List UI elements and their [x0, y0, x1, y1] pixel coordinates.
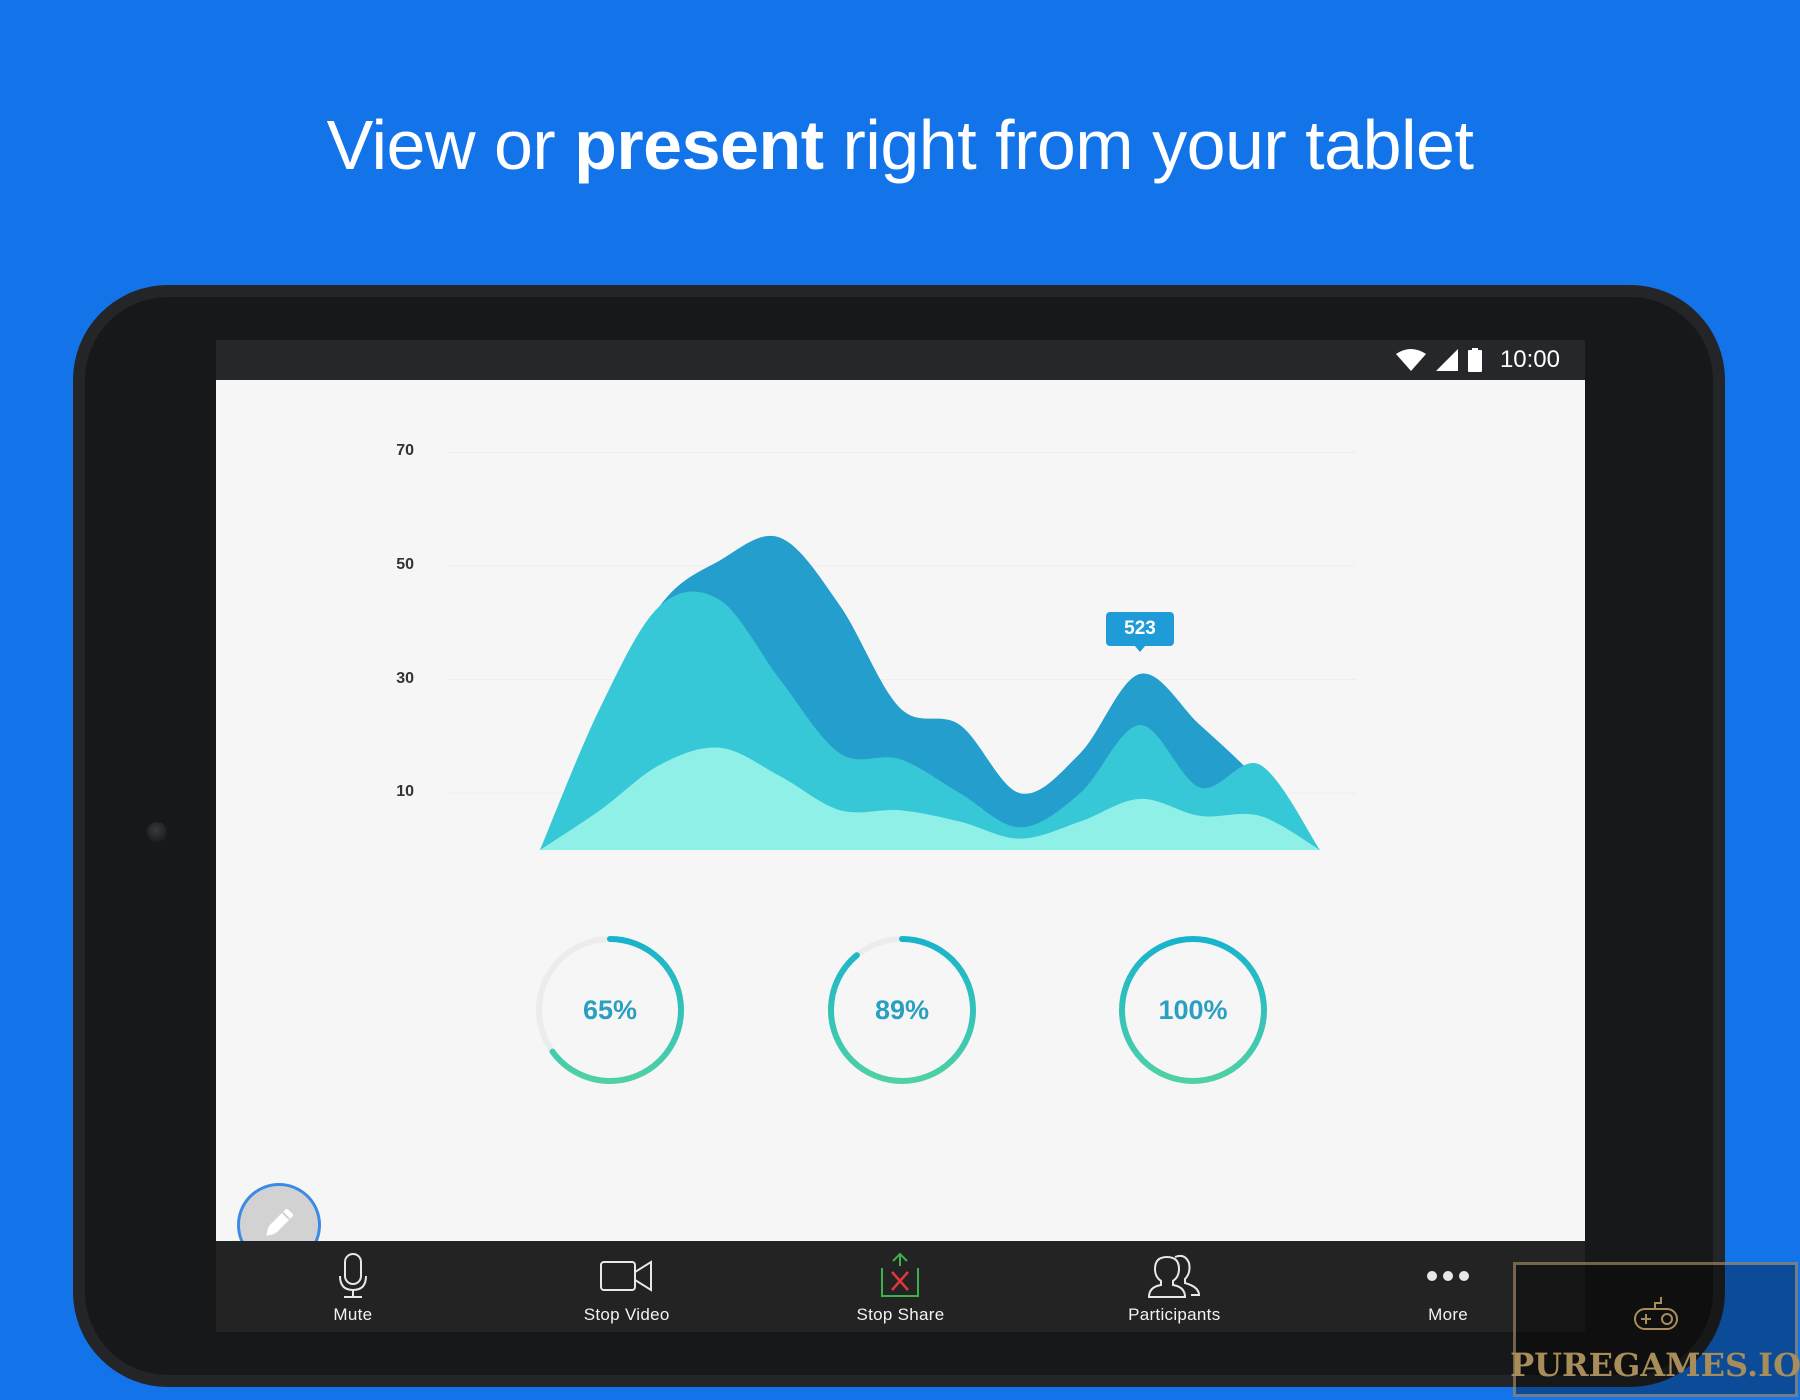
stop-share-icon [878, 1251, 922, 1301]
headline-bold: present [574, 106, 824, 184]
gauge-label: 89% [874, 994, 930, 1025]
shared-content: 70 50 30 10 523 65% 89% 100% [216, 380, 1585, 1267]
watermark: PUREGAMES.IO [1510, 1262, 1800, 1397]
cellular-signal-icon [1435, 349, 1458, 371]
headline: View or present right from your tablet [0, 105, 1800, 185]
mute-button[interactable]: Mute [216, 1241, 490, 1332]
y-tick-label: 70 [396, 442, 414, 460]
headline-regular-end: right from your tablet [823, 106, 1474, 184]
tablet-screen: 10:00 70 50 30 10 523 65% 89% 100% Mute … [216, 340, 1585, 1332]
video-camera-icon [599, 1251, 655, 1301]
gauge-label: 65% [582, 994, 638, 1025]
participants-button[interactable]: Participants [1037, 1241, 1311, 1332]
mute-label: Mute [333, 1305, 373, 1324]
gauge-label: 100% [1158, 994, 1228, 1025]
stop-share-button[interactable]: Stop Share [764, 1241, 1038, 1332]
battery-icon [1467, 348, 1482, 372]
stop-video-button[interactable]: Stop Video [490, 1241, 764, 1332]
progress-gauge: 89% [824, 932, 980, 1088]
clock: 10:00 [1499, 346, 1560, 373]
area-chart-svg [446, 451, 1356, 850]
gamepad-icon [1633, 1297, 1679, 1336]
watermark-text: PUREGAMES.IO [1510, 1346, 1800, 1384]
stop-video-label: Stop Video [583, 1305, 670, 1324]
wifi-icon [1395, 349, 1426, 371]
headline-regular-start: View or [326, 106, 575, 184]
participants-icon [1147, 1251, 1201, 1301]
front-camera [147, 822, 167, 842]
chart-tooltip: 523 [1106, 611, 1174, 652]
y-tick-label: 50 [396, 556, 414, 573]
progress-gauge: 65% [532, 932, 688, 1088]
y-tick-label: 30 [396, 669, 414, 687]
stop-share-label: Stop Share [856, 1305, 945, 1324]
progress-gauge: 100% [1115, 932, 1271, 1088]
more-label: More [1428, 1305, 1469, 1324]
participants-label: Participants [1128, 1305, 1221, 1324]
y-tick-label: 10 [396, 783, 414, 801]
meeting-toolbar: Mute Stop Video Stop Share Participants … [216, 1241, 1585, 1332]
more-icon [1426, 1251, 1470, 1301]
status-bar: 10:00 [216, 340, 1585, 380]
microphone-icon [336, 1251, 370, 1301]
